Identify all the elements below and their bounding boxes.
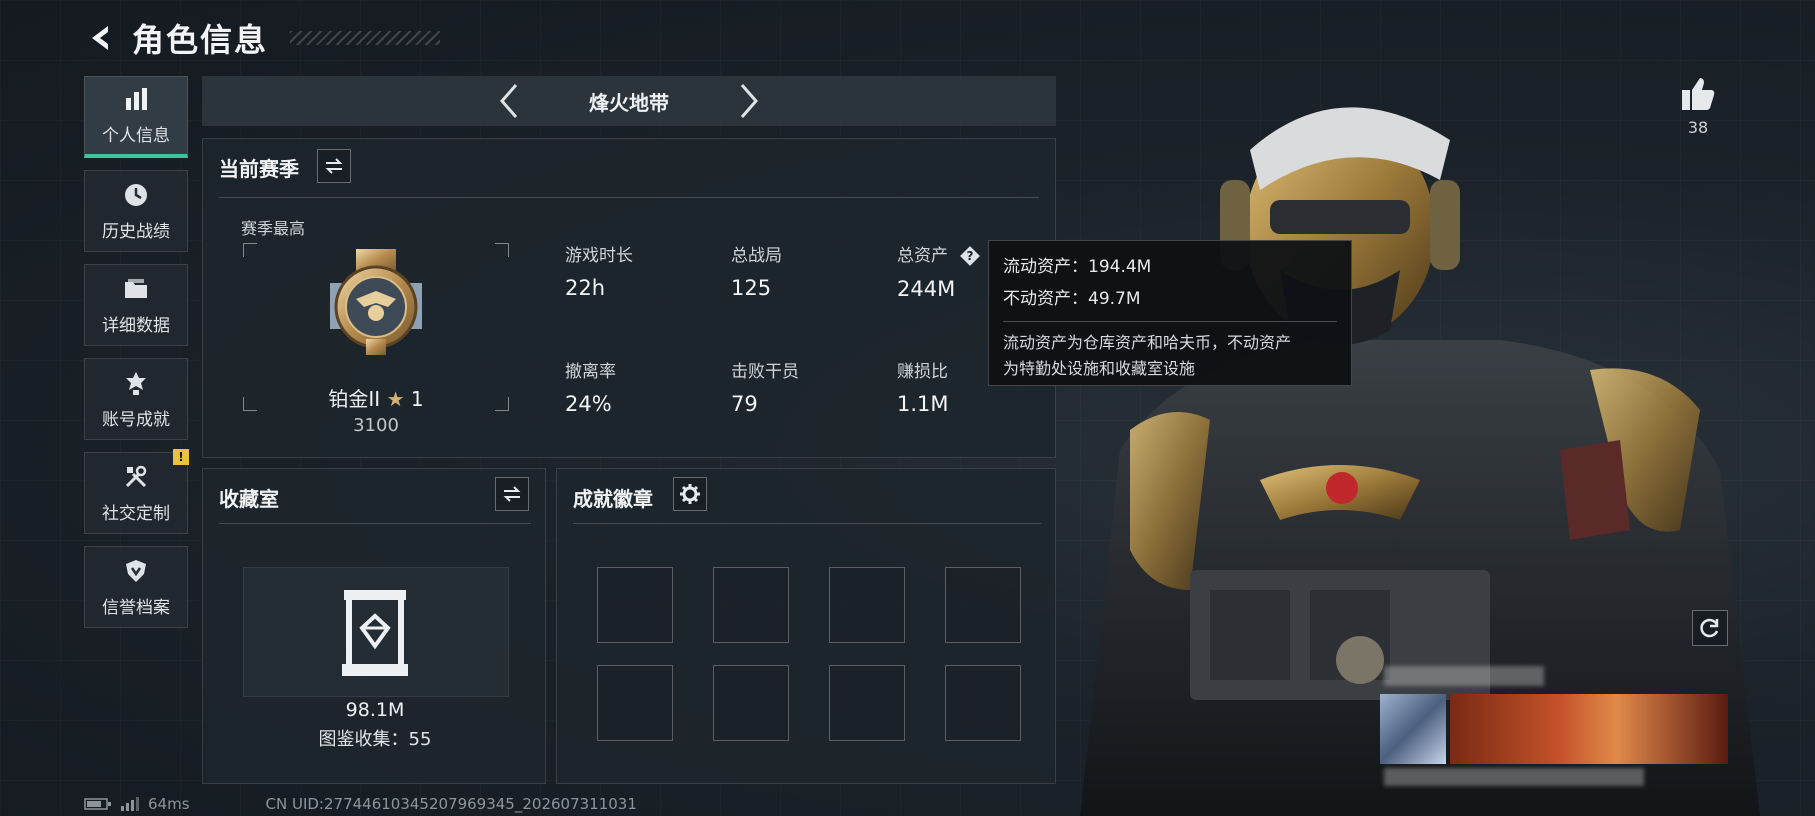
tooltip-fixed-assets: 不动资产：49.7M	[1003, 289, 1141, 309]
status-footer: 64ms CN UID:27744610345207969345_2026073…	[84, 792, 637, 816]
tooltip-description-2: 为特勤处设施和收藏室设施	[1003, 359, 1196, 378]
like-count: 38	[1687, 118, 1709, 137]
page-title: 角色信息	[132, 21, 269, 59]
back-button[interactable]	[84, 21, 118, 55]
help-icon[interactable]: ?	[959, 245, 981, 267]
badge-slot[interactable]	[829, 567, 905, 643]
tooltip-description-1: 流动资产为仓库资产和哈夫币，不动资产	[1003, 333, 1292, 352]
nav-label: 历史战绩	[102, 221, 170, 242]
network-status: 64ms	[84, 795, 190, 813]
ping-value: 64ms	[148, 795, 190, 813]
back-arrow-icon	[92, 26, 108, 50]
player-card-banner[interactable]	[1380, 694, 1728, 764]
nav-item-details[interactable]: 详细数据	[84, 264, 188, 346]
bar-chart-icon	[122, 85, 150, 113]
folder-icon	[122, 275, 150, 303]
stat-extraction-rate: 撤离率 24%	[565, 362, 616, 416]
shield-icon	[122, 557, 150, 585]
signal-icon	[121, 797, 139, 811]
season-panel: 当前赛季 赛季最高 铂金II ★ 1 3100 游戏时长 22h 总战局 125…	[202, 138, 1056, 458]
achievements-title: 成就徽章	[573, 487, 653, 511]
divider	[1003, 321, 1337, 322]
rank-score: 3100	[353, 415, 399, 436]
notification-badge: !	[173, 449, 189, 465]
player-tag-redacted	[1384, 768, 1644, 786]
rank-name: 铂金II ★ 1	[328, 387, 424, 411]
assets-tooltip: 流动资产：194.4M 不动资产：49.7M 流动资产为仓库资产和哈夫币，不动资…	[988, 240, 1352, 386]
nav-item-social[interactable]: ! 社交定制	[84, 449, 189, 534]
nav-label: 信誉档案	[102, 597, 170, 618]
chevron-right-icon	[740, 84, 758, 118]
badge-slot[interactable]	[945, 665, 1021, 741]
nav-item-reputation[interactable]: 信誉档案	[84, 546, 188, 628]
swap-icon	[325, 158, 343, 174]
swap-icon	[503, 486, 521, 502]
title-decoration	[290, 31, 441, 45]
avatar	[1380, 694, 1446, 764]
badge-slot[interactable]	[945, 567, 1021, 643]
chevron-left-icon	[500, 84, 518, 118]
divider	[573, 523, 1041, 524]
page-header: 角色信息	[84, 14, 441, 62]
badge-slot[interactable]	[829, 665, 905, 741]
uid-text: CN UID:27744610345207969345_202607311031	[265, 795, 637, 813]
gear-icon	[680, 484, 700, 504]
nav-label: 账号成就	[102, 409, 170, 430]
collection-title: 收藏室	[219, 487, 279, 511]
stat-operators-defeated: 击败干员 79	[731, 362, 799, 416]
stat-profit-ratio: 赚损比 1.1M	[897, 362, 949, 416]
stat-total-matches: 总战局 125	[731, 246, 782, 300]
nav-label: 社交定制	[102, 503, 170, 524]
stat-total-assets: 总资产 ? 244M	[897, 241, 981, 301]
rotate-model-button[interactable]	[1692, 610, 1728, 646]
nav-item-achievements[interactable]: 账号成就	[84, 358, 188, 440]
nav-label: 个人信息	[102, 126, 170, 146]
svg-text:?: ?	[967, 249, 974, 263]
name-card-image	[1450, 694, 1728, 764]
tools-icon	[122, 463, 150, 491]
rank-emblem-icon	[330, 249, 422, 355]
collection-panel: 收藏室 98.1M 图鉴收集：55	[202, 468, 546, 784]
battery-icon	[84, 798, 111, 810]
season-best-label: 赛季最高	[241, 219, 306, 238]
badge-slot[interactable]	[713, 665, 789, 741]
badge-slot[interactable]	[597, 567, 673, 643]
mode-title: 烽火地带	[589, 90, 669, 115]
star-icon: ★	[386, 387, 405, 411]
achievements-panel: 成就徽章	[556, 468, 1056, 784]
mode-next-button[interactable]	[729, 81, 769, 121]
nav-item-profile[interactable]: 个人信息	[84, 76, 188, 158]
like-button[interactable]	[1678, 74, 1718, 114]
tooltip-liquid-assets: 流动资产：194.4M	[1003, 257, 1152, 277]
mode-selector: 烽火地带	[202, 76, 1056, 126]
player-name-redacted	[1384, 666, 1544, 686]
season-title: 当前赛季	[219, 157, 299, 181]
divider	[219, 523, 531, 524]
display-case-icon	[342, 590, 408, 676]
collection-preview[interactable]	[243, 567, 509, 697]
stat-play-time: 游戏时长 22h	[565, 246, 633, 300]
collection-value: 98.1M	[345, 699, 405, 721]
achievement-icon	[122, 369, 150, 397]
collection-count: 图鉴收集：55	[318, 729, 432, 750]
sidebar-nav: 个人信息 历史战绩 详细数据 账号成就 ! 社交定制 信誉档案	[84, 76, 189, 628]
divider	[219, 197, 1039, 198]
badge-slot[interactable]	[713, 567, 789, 643]
thumbs-up-icon	[1682, 78, 1715, 110]
refresh-icon	[1700, 618, 1719, 638]
badge-slot[interactable]	[597, 665, 673, 741]
nav-label: 详细数据	[102, 315, 170, 336]
rank-display: 铂金II ★ 1 3100	[243, 243, 509, 436]
clock-icon	[122, 181, 150, 209]
mode-prev-button[interactable]	[489, 81, 529, 121]
collection-switch-button[interactable]	[495, 477, 529, 511]
nav-item-history[interactable]: 历史战绩	[84, 170, 188, 252]
season-switch-button[interactable]	[317, 149, 351, 183]
achievements-settings-button[interactable]	[673, 477, 707, 511]
